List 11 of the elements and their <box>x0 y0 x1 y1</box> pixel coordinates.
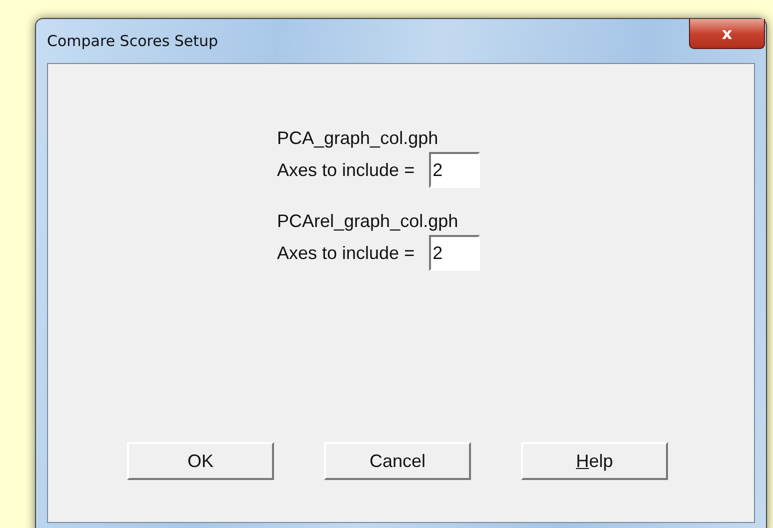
dialog-button[interactable]: Help <box>521 442 668 480</box>
axes-input[interactable]: 2 <box>428 235 480 271</box>
window-title: Compare Scores Setup <box>47 32 218 50</box>
file-name: PCArel_graph_col.gph <box>277 210 460 232</box>
dialog-button[interactable]: Cancel <box>324 442 471 480</box>
close-button[interactable]: x <box>689 19 765 49</box>
axes-label: Axes to include = <box>277 242 415 264</box>
dialog-button[interactable]: OK <box>127 442 274 480</box>
axes-label: Axes to include = <box>277 159 415 181</box>
file-name: PCA_graph_col.gph <box>277 127 440 149</box>
axes-input[interactable]: 2 <box>428 152 480 188</box>
